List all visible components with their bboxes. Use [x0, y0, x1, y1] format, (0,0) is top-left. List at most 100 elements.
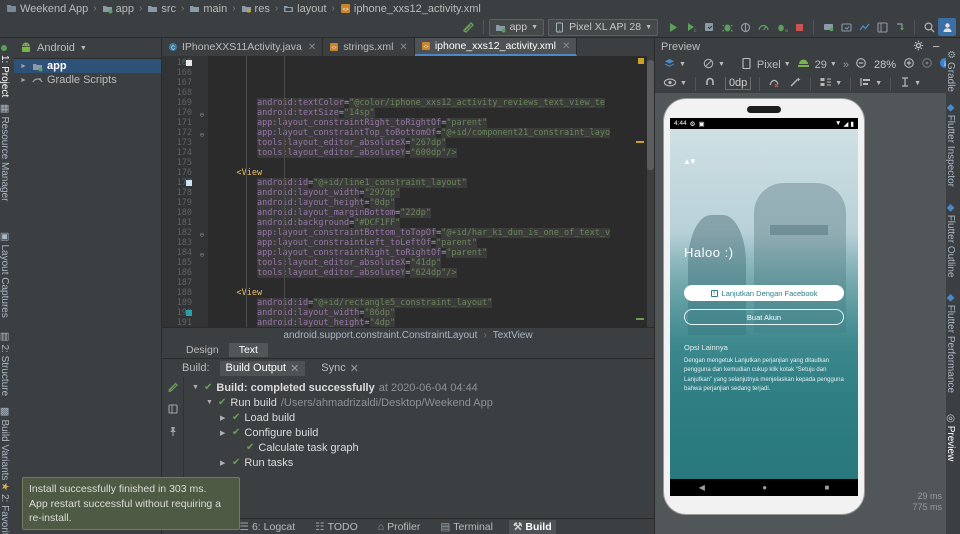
build-tree-row[interactable]: ▶ ✔ Load build — [184, 410, 654, 425]
breadcrumb-node[interactable]: android.support.constraint.ConstraintLay… — [283, 330, 477, 341]
preview-device-label[interactable]: Pixel — [757, 59, 781, 71]
tab-design[interactable]: Design — [176, 343, 229, 357]
build-tree-row[interactable]: ▶ ✔ Configure build — [184, 425, 654, 440]
close-icon[interactable]: ✕ — [290, 362, 299, 375]
preview-canvas[interactable]: 4:44 ⚙ ▣ ▼ ◢ ▮ ▲▼ Haloo :) f Lanjutkan D… — [655, 93, 946, 534]
color-swatch-icon[interactable] — [186, 60, 192, 66]
pack-icon[interactable] — [819, 76, 832, 91]
guidelines-icon[interactable] — [899, 76, 911, 91]
tree-item-gradle-scripts[interactable]: ► Gradle Scripts — [14, 73, 161, 87]
module-selector[interactable]: app ▼ — [488, 18, 545, 36]
fold-toggle-icon[interactable]: ⊖ — [198, 230, 204, 239]
tab-sync[interactable]: Sync ✕ — [315, 361, 365, 376]
stop-button[interactable] — [790, 18, 808, 36]
breadcrumb-item[interactable]: main — [189, 3, 227, 15]
tab-build-output[interactable]: Build Output ✕ — [219, 360, 306, 376]
chevron-down-icon[interactable]: ▼ — [718, 61, 725, 68]
breadcrumb-item[interactable]: res — [241, 3, 270, 15]
sidebar-item-layout-captures[interactable]: ▣ Layout Captures — [0, 228, 12, 322]
expand-arrow-icon[interactable]: ▶ — [220, 414, 228, 422]
rerun-icon[interactable] — [167, 381, 179, 396]
sync-gradle-icon[interactable] — [891, 18, 909, 36]
fold-toggle-icon[interactable]: ⊖ — [198, 110, 204, 119]
expand-arrow-icon[interactable]: ▼ — [206, 399, 214, 406]
run-button[interactable] — [664, 18, 682, 36]
sidebar-item-flutter-performance[interactable]: ◆ Flutter Performance — [943, 290, 958, 397]
fold-toggle-icon[interactable]: ⊖ — [198, 130, 204, 139]
sidebar-item-favorites[interactable]: ★ 2: Favorites — [0, 478, 12, 534]
chevron-down-icon[interactable]: ▼ — [679, 61, 686, 68]
recents-icon[interactable]: ■ — [824, 483, 829, 492]
sidebar-item-resource-manager[interactable]: ▦ Resource Manager — [0, 100, 12, 206]
expand-arrow-icon[interactable]: ► — [20, 77, 28, 84]
chevron-down-icon[interactable]: ▼ — [875, 80, 882, 87]
tool-window-terminal[interactable]: ▤ Terminal — [436, 520, 497, 534]
build-tree-row[interactable]: ✔ Calculate task graph — [184, 440, 654, 455]
expand-arrow-icon[interactable]: ▶ — [220, 429, 228, 437]
device-screen-content[interactable]: ▲▼ Haloo :) f Lanjutkan Dengan Facebook … — [670, 129, 858, 479]
tab-iphone-xxs12-activity-xml[interactable]: <> iphone_xxs12_activity.xml ✕ — [414, 38, 578, 56]
build-tree-row[interactable]: ▼ ✔ Run build/Users/ahmadrizaldi/Desktop/W… — [184, 395, 654, 410]
project-view-selector[interactable]: Android — [37, 42, 75, 54]
debug-button[interactable] — [718, 18, 736, 36]
apply-changes-button[interactable] — [700, 18, 718, 36]
chevron-down-icon[interactable]: ▼ — [830, 61, 837, 68]
layout-inspector-icon[interactable] — [855, 18, 873, 36]
toggle-view-icon[interactable] — [167, 403, 179, 418]
create-account-button[interactable]: Buat Akun — [684, 309, 844, 325]
facebook-login-button[interactable]: f Lanjutkan Dengan Facebook — [684, 285, 844, 301]
pin-icon[interactable] — [167, 425, 179, 440]
profile-button[interactable] — [754, 18, 772, 36]
tab-text[interactable]: Text — [228, 343, 268, 357]
close-icon[interactable]: ✕ — [308, 42, 316, 53]
search-icon[interactable] — [920, 18, 938, 36]
expand-arrow-icon[interactable]: ▶ — [220, 459, 228, 467]
preview-api-label[interactable]: 29 — [815, 59, 827, 71]
expand-arrow-icon[interactable]: ▼ — [192, 384, 200, 391]
chevron-down-icon[interactable]: ▼ — [680, 80, 687, 87]
tool-window-logcat[interactable]: ☰ 6: Logcat — [236, 520, 300, 534]
breadcrumb-item[interactable]: layout — [283, 3, 327, 15]
fold-toggle-icon[interactable]: ⊖ — [198, 250, 204, 259]
breadcrumb-node[interactable]: TextView — [493, 330, 533, 341]
layers-icon[interactable] — [663, 57, 676, 73]
sdk-manager-icon[interactable] — [837, 18, 855, 36]
sidebar-item-flutter-outline[interactable]: ◆ Flutter Outline — [943, 200, 958, 282]
device-selector[interactable]: Pixel XL API 28 ▼ — [548, 18, 658, 36]
home-icon[interactable]: ● — [762, 483, 767, 492]
align-icon[interactable] — [859, 76, 872, 91]
chevron-down-icon[interactable]: ▼ — [784, 61, 791, 68]
build-output-tree[interactable]: ▼ ✔ Build: completed successfully at 2020-0… — [184, 377, 654, 518]
editor-scrollbar[interactable] — [647, 56, 654, 327]
sidebar-item-flutter-inspector[interactable]: ◆ Flutter Inspector — [943, 100, 958, 191]
close-icon[interactable]: ✕ — [350, 362, 359, 375]
sidebar-item-build-variants[interactable]: ▩ Build Variants — [0, 403, 12, 484]
tab-strings-xml[interactable]: <> strings.xml ✕ — [323, 38, 415, 56]
device-file-explorer-icon[interactable] — [873, 18, 891, 36]
attach-debugger-button[interactable] — [736, 18, 754, 36]
expand-arrow-icon[interactable]: ► — [20, 63, 28, 70]
chevron-down-icon[interactable]: ▼ — [835, 80, 842, 87]
code-editor[interactable]: 165 166 167 168 169 170 ⊖ 171 172 ⊖ 173 174 175 176 17… — [162, 56, 654, 327]
eye-icon[interactable] — [663, 77, 677, 91]
tool-window-profiler[interactable]: ⌂ Profiler — [374, 520, 425, 534]
build-hammer-icon[interactable] — [460, 18, 478, 36]
run-with-coverage-button[interactable]: c — [682, 18, 700, 36]
blueprint-icon[interactable] — [702, 57, 715, 73]
user-account-icon[interactable] — [938, 18, 956, 36]
zoom-fit-icon[interactable] — [921, 57, 933, 72]
tree-item-app[interactable]: ► app — [14, 59, 161, 73]
tool-window-todo[interactable]: ☷ TODO — [311, 520, 362, 534]
chevron-down-icon[interactable]: ▼ — [914, 80, 921, 87]
debug-attach-process-icon[interactable]: a — [772, 18, 790, 36]
breadcrumb-item-current[interactable]: <> iphone_xxs12_activity.xml — [340, 3, 481, 15]
warning-marker-icon[interactable] — [638, 58, 644, 64]
chevron-down-icon[interactable]: ▼ — [80, 45, 87, 52]
breadcrumb-item[interactable]: Weekend App — [6, 3, 88, 15]
minimize-icon[interactable]: − — [932, 40, 940, 53]
overflow-icon[interactable]: » — [843, 59, 849, 71]
device-preview-frame[interactable]: 4:44 ⚙ ▣ ▼ ◢ ▮ ▲▼ Haloo :) f Lanjutkan D… — [664, 99, 864, 514]
zoom-in-icon[interactable] — [903, 57, 915, 72]
sidebar-item-gradle[interactable]: ⚙ Gradle — [943, 46, 958, 96]
sidebar-item-preview[interactable]: ◎ Preview — [943, 410, 958, 465]
